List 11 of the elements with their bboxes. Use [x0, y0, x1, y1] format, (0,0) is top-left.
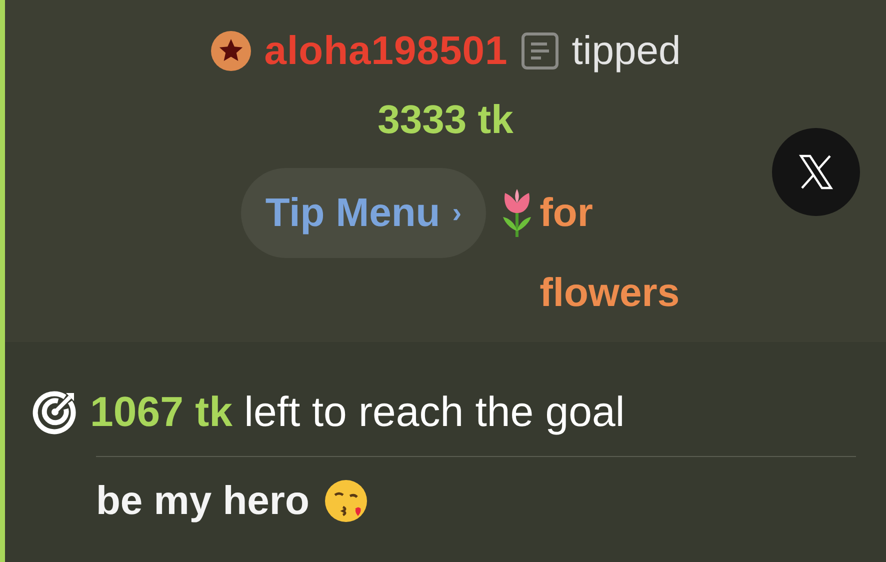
goal-description: be my hero: [96, 478, 310, 524]
tip-message: for flowers: [540, 190, 681, 317]
username[interactable]: aloha198501: [264, 22, 508, 80]
star-badge-icon: [210, 30, 252, 72]
tip-action-text: tipped: [572, 28, 681, 75]
goal-text: 1067 tk left to reach the goal: [90, 388, 625, 436]
document-icon: [520, 31, 560, 71]
x-logo-icon: [796, 152, 836, 192]
tip-menu-button[interactable]: Tip Menu ›: [241, 168, 486, 258]
tip-amount: 3333 tk: [376, 97, 514, 144]
target-icon: [32, 389, 78, 435]
